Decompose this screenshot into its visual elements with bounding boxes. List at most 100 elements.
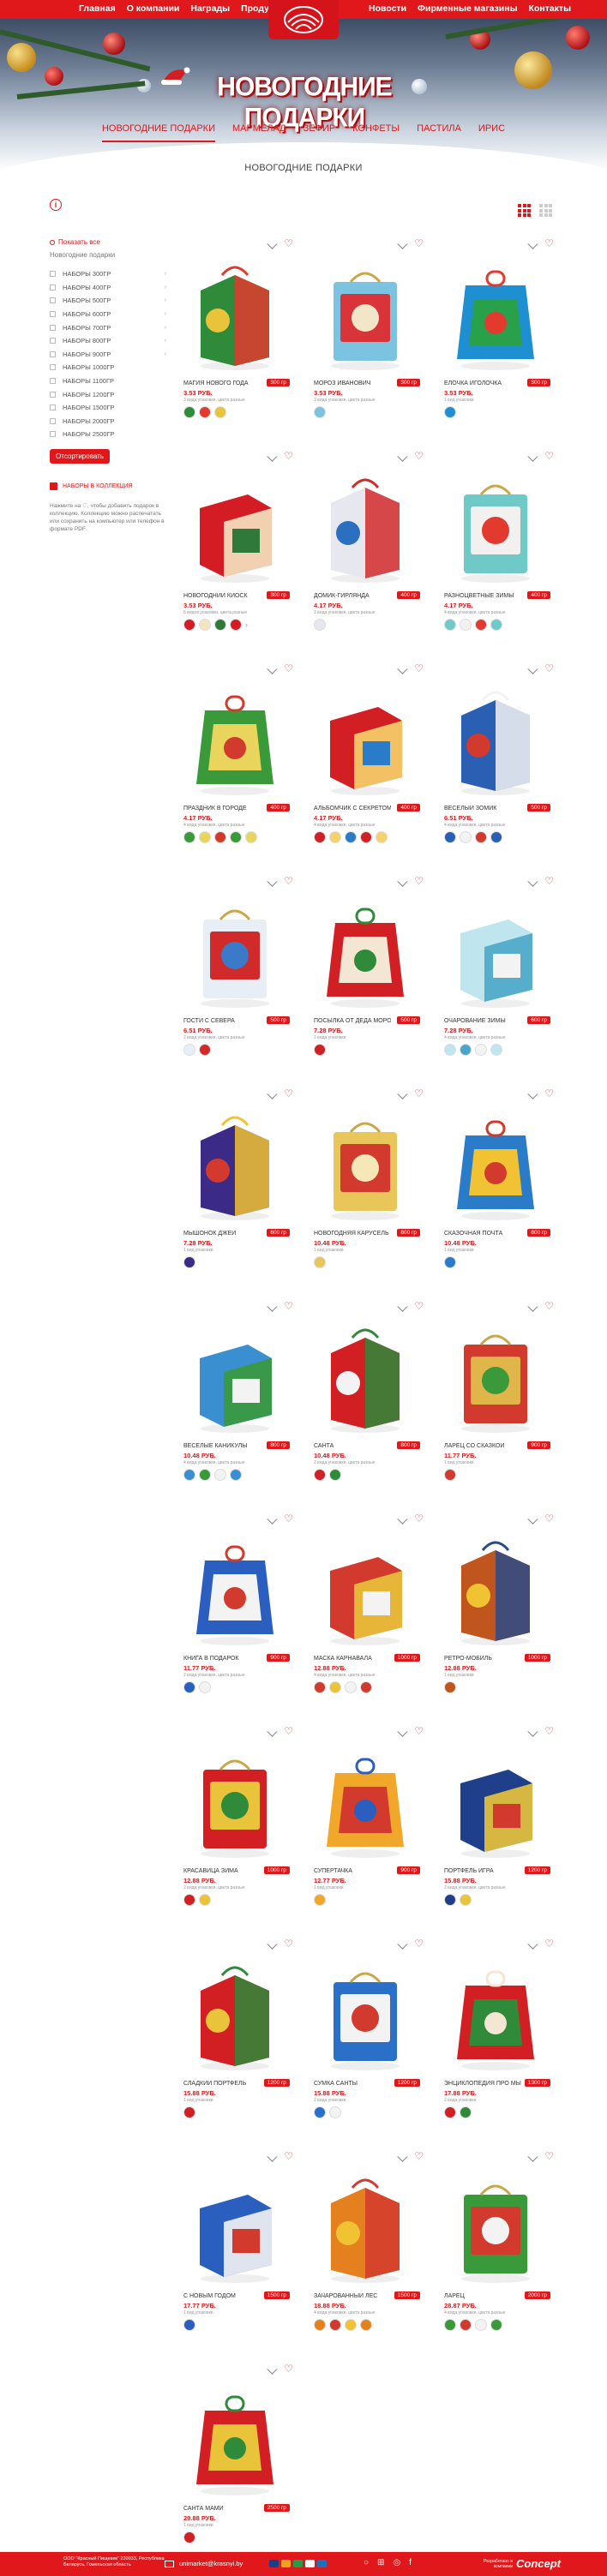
product-name[interactable]: СУПЕРТАЧКА <box>314 1868 391 1874</box>
checkbox-icon[interactable] <box>50 431 56 438</box>
product-name[interactable]: АЛЬБОМЧИК С СЕКРЕТОМ <box>314 806 391 812</box>
share-icon[interactable] <box>527 1087 539 1099</box>
product-card[interactable]: ♡ МАСКА КАРНАВАЛА 1000 гр 12.88 РУБ. 4 вида … <box>302 1505 429 1707</box>
share-icon[interactable] <box>397 1725 409 1737</box>
heart-icon[interactable]: ♡ <box>284 2363 293 2374</box>
product-image-wrap[interactable] <box>183 1104 286 1224</box>
instagram-icon[interactable]: ◎ <box>393 2558 400 2567</box>
product-name[interactable]: МОРОЗ ИВАНОВИЧ <box>314 380 391 386</box>
variant-thumb[interactable] <box>183 1044 195 1056</box>
variant-thumb[interactable] <box>329 2319 341 2331</box>
nav-home[interactable]: Главная <box>79 3 116 14</box>
variant-thumb[interactable] <box>199 619 211 631</box>
variant-thumb[interactable] <box>314 1044 326 1056</box>
heart-icon[interactable]: ♡ <box>544 1938 554 1949</box>
heart-icon[interactable]: ♡ <box>284 451 293 461</box>
product-image-wrap[interactable] <box>314 1316 417 1436</box>
variant-thumb[interactable] <box>314 2106 326 2118</box>
share-icon[interactable] <box>527 1725 539 1737</box>
product-name[interactable]: ЛАРЕЦ <box>444 2293 521 2299</box>
variant-thumb[interactable] <box>199 1681 211 1693</box>
category-tab-marmalade[interactable]: МАРМЕЛАД <box>232 123 286 142</box>
product-image-wrap[interactable] <box>183 1316 286 1436</box>
variant-thumb[interactable] <box>460 2319 472 2331</box>
product-card[interactable]: ♡ СУПЕРТАЧКА 900 гр 12.77 РУБ. 1 вид упаковк… <box>302 1717 429 1920</box>
variant-thumb[interactable] <box>183 406 195 418</box>
product-name[interactable]: ДОМИК-ГИРЛЯНДА <box>314 593 391 599</box>
product-card[interactable]: ♡ МОРОЗ ИВАНОВИЧ 300 гр 3.53 РУБ. 3 вида упа… <box>302 230 429 432</box>
product-image-wrap[interactable] <box>444 466 547 586</box>
heart-icon[interactable]: ♡ <box>414 1726 424 1736</box>
product-image-wrap[interactable] <box>314 466 417 586</box>
variant-thumb[interactable] <box>475 2319 487 2331</box>
share-icon[interactable] <box>527 2150 539 2162</box>
variant-thumb[interactable] <box>490 2319 502 2331</box>
product-card[interactable]: ♡ МЫШОНОК ДЖЕЙ 600 гр 7.28 РУБ. 1 вид упаков… <box>171 1080 298 1282</box>
heart-icon[interactable]: ♡ <box>544 1726 554 1736</box>
product-image-wrap[interactable] <box>314 1529 417 1649</box>
product-card[interactable]: ♡ СЛАДКИЙ ПОРТФЕЛЬ 1200 гр 15.88 РУБ. 1 вид … <box>171 1930 298 2132</box>
product-card[interactable]: ♡ ПОРТФЕЛЬ ИГРА 1200 гр 15.88 РУБ. 2 вида уп… <box>432 1717 559 1920</box>
product-card[interactable]: ♡ АЛЬБОМЧИК С СЕКРЕТОМ 400 гр 4.17 РУБ. 4 ви… <box>302 655 429 857</box>
variant-thumb[interactable] <box>183 1469 195 1481</box>
product-name[interactable]: НОВОГОДНИЙ КИОСК <box>183 593 261 599</box>
product-card[interactable]: ♡ ПОСЫЛКА ОТ ДЕДА МОРОЗА 500 гр 7.28 РУБ. 2 … <box>302 867 429 1069</box>
filter-row[interactable]: НАБОРЫ 1000ГР <box>50 361 170 374</box>
share-icon[interactable] <box>397 450 409 462</box>
share-icon[interactable] <box>267 1087 279 1099</box>
product-name[interactable]: ПРАЗДНИК В ГОРОДЕ <box>183 806 261 812</box>
share-icon[interactable] <box>267 2150 279 2162</box>
share-icon[interactable] <box>527 875 539 887</box>
variant-thumb[interactable] <box>314 1681 326 1693</box>
developer-brand[interactable]: Concept <box>516 2557 561 2570</box>
product-image-wrap[interactable] <box>444 2166 547 2286</box>
product-name[interactable]: СКАЗОЧНАЯ ПОЧТА <box>444 1231 521 1237</box>
variant-thumb[interactable] <box>314 406 326 418</box>
product-name[interactable]: СЛАДКИЙ ПОРТФЕЛЬ <box>183 2081 261 2087</box>
checkbox-icon[interactable] <box>50 364 56 371</box>
variant-thumb[interactable] <box>444 406 456 418</box>
heart-icon[interactable]: ♡ <box>414 2151 424 2161</box>
product-name[interactable]: ОЧАРОВАНИЕ ЗИМЫ <box>444 1018 521 1024</box>
product-image-wrap[interactable] <box>444 1316 547 1436</box>
checkbox-icon[interactable] <box>50 297 56 304</box>
variant-thumb[interactable] <box>183 831 195 843</box>
product-image-wrap[interactable] <box>444 1741 547 1861</box>
variant-thumb[interactable] <box>444 1469 456 1481</box>
filter-row[interactable]: НАБОРЫ 800ГР › <box>50 334 170 348</box>
variant-thumb[interactable] <box>475 831 487 843</box>
variant-thumb[interactable] <box>475 619 487 631</box>
variant-thumb[interactable] <box>444 2106 456 2118</box>
product-image-wrap[interactable] <box>183 891 286 1011</box>
product-card[interactable]: ♡ С НОВЫМ ГОДОМ 1500 гр 17.77 РУБ. 1 вид упа… <box>171 2142 298 2345</box>
share-icon[interactable] <box>397 1300 409 1312</box>
filter-row[interactable]: НАБОРЫ 600ГР › <box>50 308 170 321</box>
product-image-wrap[interactable] <box>314 254 417 374</box>
variant-thumb[interactable] <box>183 2106 195 2118</box>
heart-icon[interactable]: ♡ <box>544 663 554 674</box>
product-image-wrap[interactable] <box>444 1529 547 1649</box>
product-name[interactable]: САНТА <box>314 1443 391 1449</box>
heart-icon[interactable]: ♡ <box>414 1938 424 1949</box>
product-card[interactable]: ♡ СУМКА САНТЫ 1200 гр 15.88 РУБ. 2 вида упак… <box>302 1930 429 2132</box>
product-image-wrap[interactable] <box>183 1741 286 1861</box>
filter-row[interactable]: НАБОРЫ 700ГР › <box>50 321 170 334</box>
product-name[interactable]: ВЕСЁЛЫЕ КАНИКУЛЫ <box>183 1443 261 1449</box>
product-card[interactable]: ♡ ПРАЗДНИК В ГОРОДЕ 400 гр 4.17 РУБ. 4 вида … <box>171 655 298 857</box>
ok-icon[interactable]: ○ <box>364 2558 369 2567</box>
variant-thumb[interactable] <box>230 619 242 631</box>
heart-icon[interactable]: ♡ <box>544 2151 554 2161</box>
product-image-wrap[interactable] <box>314 2166 417 2286</box>
share-icon[interactable] <box>527 237 539 249</box>
variant-thumb[interactable] <box>444 2319 456 2331</box>
variant-thumb[interactable] <box>444 831 456 843</box>
share-icon[interactable] <box>527 662 539 674</box>
variant-thumb[interactable] <box>460 1044 472 1056</box>
variant-thumb[interactable] <box>490 831 502 843</box>
heart-icon[interactable]: ♡ <box>544 238 554 249</box>
variant-thumb[interactable] <box>183 1894 195 1906</box>
category-tab-pastila[interactable]: ПАСТИЛА <box>417 123 461 142</box>
variant-thumb[interactable] <box>230 831 242 843</box>
product-name[interactable]: НОВОГОДНЯЯ КАРУСЕЛЬ <box>314 1231 391 1237</box>
variant-thumb[interactable] <box>214 831 226 843</box>
